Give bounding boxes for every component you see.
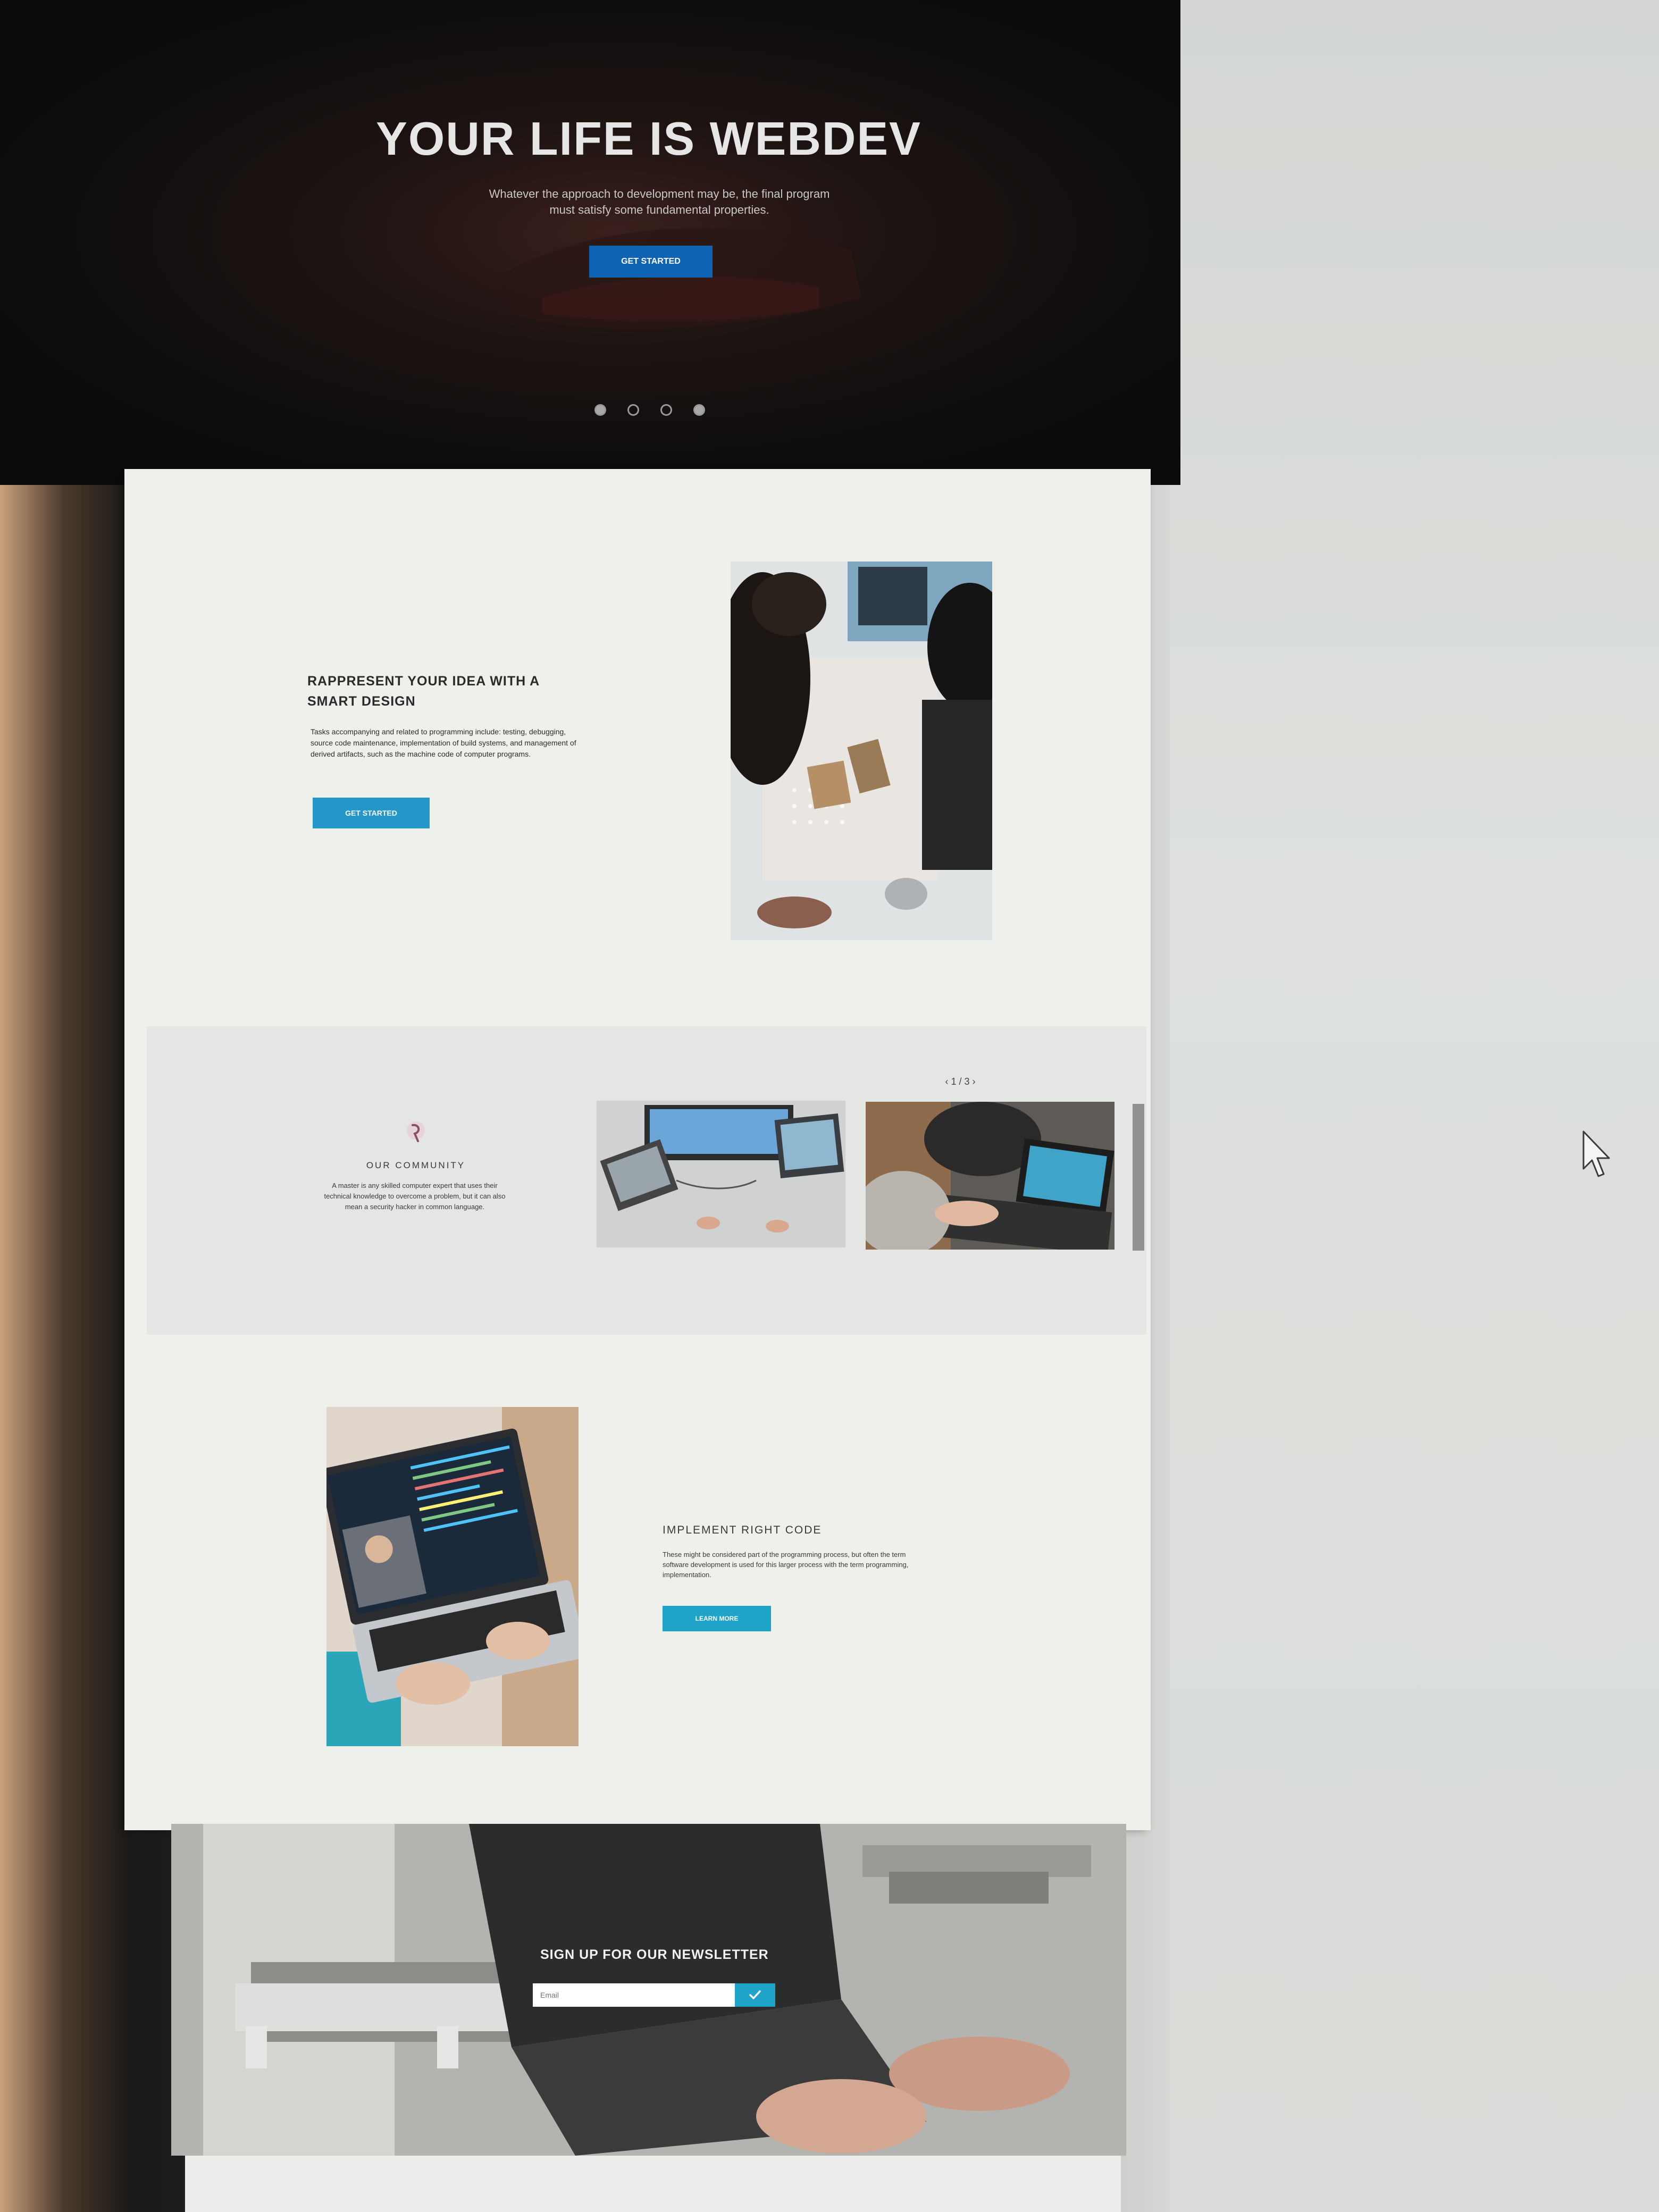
- community-logo-icon: [407, 1121, 425, 1142]
- hero-get-started-button[interactable]: GET STARTED: [589, 246, 713, 278]
- feature-get-started-button[interactable]: GET STARTED: [313, 798, 430, 828]
- implement-heading: IMPLEMENT RIGHT CODE: [663, 1524, 822, 1536]
- hero-subtitle: Whatever the approach to development may…: [489, 187, 830, 216]
- check-icon: [749, 1990, 761, 1999]
- slider-dot-1[interactable]: [594, 404, 606, 416]
- community-carousel-pager[interactable]: ‹ 1 / 3 ›: [934, 1076, 987, 1087]
- community-title: OUR COMMUNITY: [366, 1160, 466, 1170]
- newsletter-submit-button[interactable]: [735, 1983, 775, 2007]
- learn-more-button[interactable]: LEARN MORE: [663, 1606, 771, 1631]
- newsletter-email-input[interactable]: [533, 1983, 735, 2007]
- slider-dot-3[interactable]: [660, 404, 672, 416]
- hero-section: [0, 0, 1180, 485]
- newsletter-title: SIGN UP FOR OUR NEWSLETTER: [540, 1947, 769, 1962]
- monitor-background: [1170, 0, 1659, 2212]
- feature-body-text: Tasks accompanying and related to progra…: [311, 727, 576, 758]
- team-table-photo: [731, 562, 992, 940]
- mouse-cursor-icon: [1582, 1130, 1610, 1177]
- implement-body-text: These might be considered part of the pr…: [663, 1551, 909, 1579]
- hero-title: YOUR LIFE IS WEBDEV: [376, 112, 921, 165]
- desk-monitors-photo[interactable]: [597, 1101, 845, 1247]
- slider-dot-4[interactable]: [693, 404, 705, 416]
- community-body-text: A master is any skilled computer expert …: [324, 1182, 506, 1211]
- feature-heading: RAPPRESENT YOUR IDEA WITH A SMART DESIGN: [307, 674, 540, 709]
- footer-edge: [185, 2156, 1121, 2212]
- hero-slider-dots: [594, 404, 711, 420]
- slider-dot-2[interactable]: [627, 404, 639, 416]
- laptop-car-photo[interactable]: [866, 1102, 1115, 1250]
- carousel-next-photo-partial[interactable]: [1133, 1104, 1144, 1251]
- laptop-coding-photo: [326, 1407, 579, 1746]
